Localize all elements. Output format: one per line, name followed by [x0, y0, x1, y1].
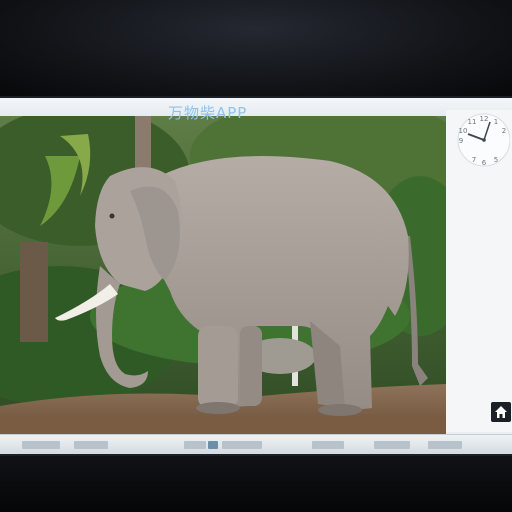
- clock-numeral: 9: [459, 137, 463, 145]
- taskbar-item[interactable]: [22, 441, 60, 449]
- clock-numeral: 2: [502, 127, 506, 135]
- taskbar-item[interactable]: [374, 441, 410, 449]
- clock-numeral: 12: [480, 115, 489, 123]
- clock-numeral: 7: [472, 156, 476, 164]
- taskbar-item[interactable]: [208, 441, 218, 449]
- taskbar-item[interactable]: [428, 441, 462, 449]
- desktop-side-panel: 12 1 2 11 10 9 7 6 5: [446, 110, 512, 432]
- analog-clock-icon: 12 1 2 11 10 9 7 6 5: [457, 113, 510, 167]
- monitor-screen: 万物柴APP 12 1 2 11 10 9 7 6 5: [0, 98, 512, 454]
- clock-numeral: 11: [468, 118, 477, 126]
- taskbar-item[interactable]: [222, 441, 262, 449]
- app-title-watermark: 万物柴APP: [168, 104, 248, 122]
- elephant-photo: [0, 116, 446, 436]
- taskbar-item[interactable]: [312, 441, 344, 449]
- clock-numeral: 5: [494, 156, 498, 164]
- clock-numeral: 1: [494, 118, 498, 126]
- home-icon: [495, 406, 507, 418]
- home-button[interactable]: [491, 402, 511, 422]
- taskbar-item[interactable]: [184, 441, 206, 449]
- clock-numeral: 10: [459, 127, 468, 135]
- taskbar: [0, 434, 512, 454]
- taskbar-item[interactable]: [74, 441, 108, 449]
- monitor-bottom-bezel: [0, 456, 512, 512]
- background-wall: [0, 0, 512, 96]
- clock-numeral: 6: [482, 159, 487, 167]
